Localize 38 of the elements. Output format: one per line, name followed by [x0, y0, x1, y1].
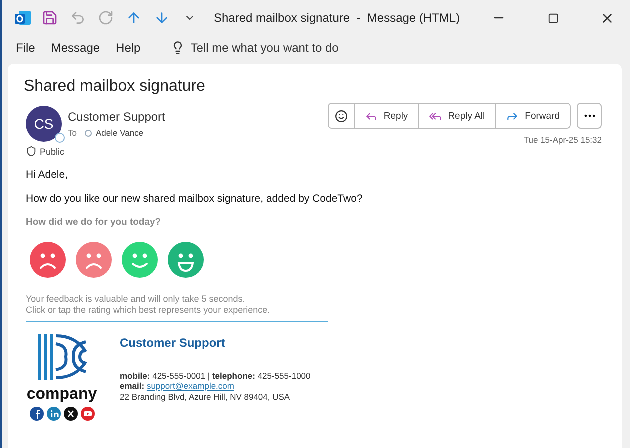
feedback-note: Your feedback is valuable and will only take 5 seconds. [26, 294, 246, 305]
email-label: email: [120, 381, 145, 391]
message-date: Tue 15-Apr-25 15:32 [524, 135, 602, 145]
signature-name: Customer Support [120, 338, 226, 348]
rating-question: How did we do for you today? [26, 217, 162, 228]
menu-item[interactable]: File [16, 41, 36, 55]
presence-icon [84, 130, 92, 136]
email-link[interactable]: support@example.com [146, 381, 234, 391]
shield-icon [26, 146, 37, 157]
x-icon[interactable] [64, 407, 78, 421]
menu-item[interactable]: Help [116, 41, 141, 55]
body-text: How do you like our new shared mailbox signature, added by CodeTwo? [26, 193, 364, 205]
rating-face-icon[interactable] [30, 242, 66, 278]
menu-item[interactable]: Message [51, 41, 100, 55]
tell-me-field[interactable]: Tell me what you want to do [190, 41, 339, 55]
feedback-note: Click or tap the rating which best represents your experience. [26, 305, 272, 316]
rating-face-icon[interactable] [122, 242, 158, 278]
recipient-name[interactable]: Adele Vance [96, 128, 144, 138]
smiley-icon [334, 110, 348, 122]
app-icon [14, 9, 32, 27]
message-subject: Shared mailbox signature [24, 78, 206, 96]
logo-text: company [26, 386, 98, 404]
forward-button[interactable]: Forward [495, 104, 570, 128]
address-text: 22 Branding Blvd, Azure Hill, NV 89404, USA [120, 392, 292, 402]
rating-face-icon[interactable] [76, 242, 112, 278]
sender-name[interactable]: Customer Support [68, 110, 166, 124]
to-label: To [68, 128, 77, 138]
sender-avatar[interactable]: CS [26, 106, 62, 142]
window-title: Shared mailbox signature - Message (HTML) [214, 11, 462, 25]
greeting-text: Hi Adele, [26, 169, 70, 181]
facebook-icon[interactable] [30, 407, 44, 421]
presence-icon [55, 133, 65, 143]
phone-line: mobile: 425-555-0001 | telephone: 425-555-1000 [120, 370, 311, 381]
linkedin-icon[interactable] [46, 407, 60, 421]
sensitivity-label: Public [40, 146, 65, 156]
more-button[interactable] [577, 103, 602, 129]
youtube-icon[interactable] [80, 407, 94, 421]
rating-face-icon[interactable] [168, 242, 204, 278]
